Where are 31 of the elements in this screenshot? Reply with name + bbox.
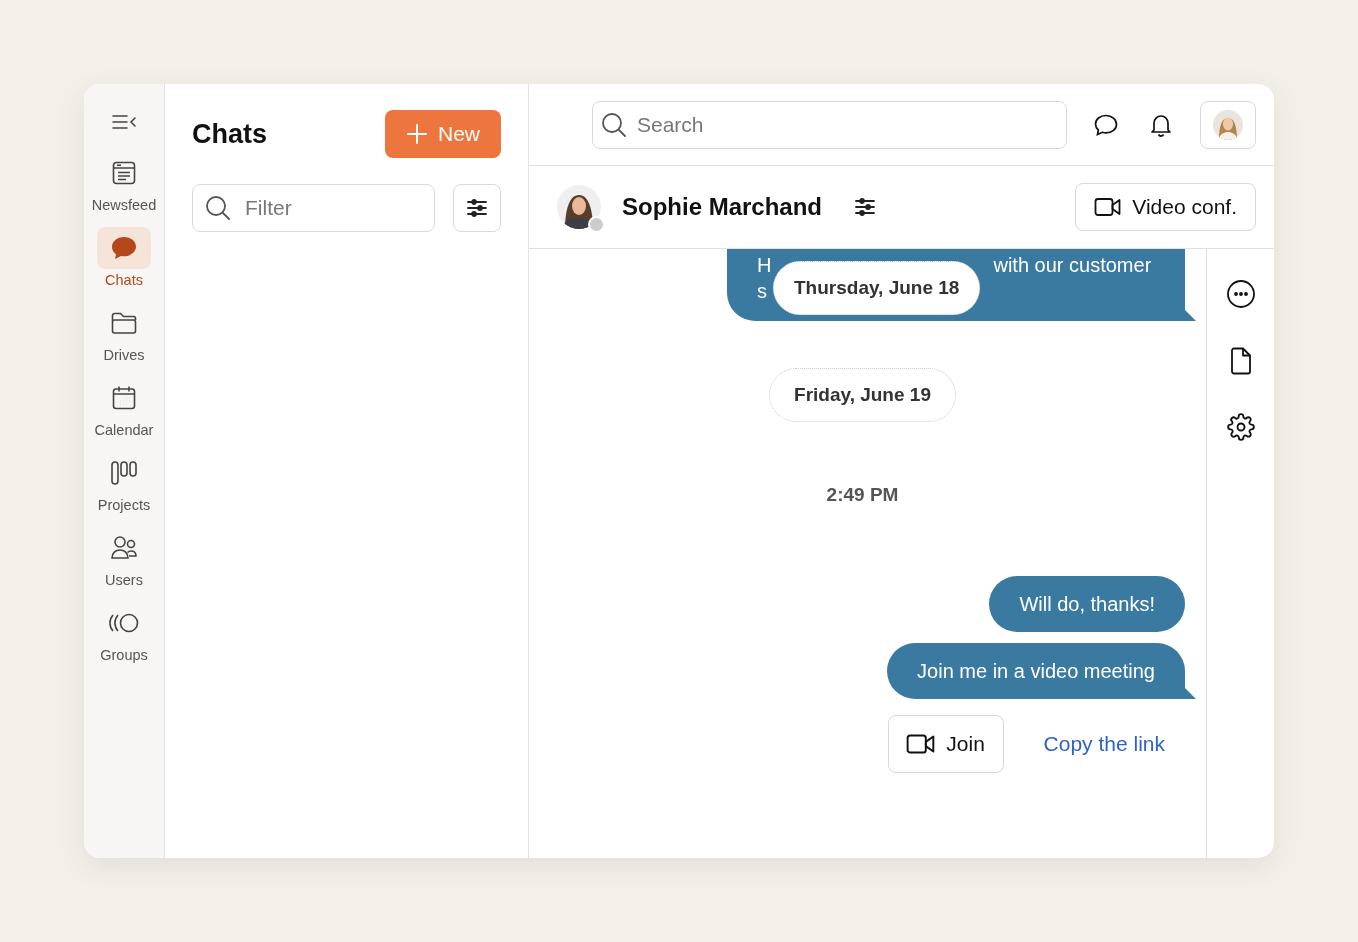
search-field[interactable]: Search (592, 100, 1067, 149)
plus-icon (406, 123, 428, 145)
nav-item[interactable]: Drives (86, 302, 162, 363)
filter-field[interactable]: Filter (192, 184, 436, 232)
video-camera-icon (1094, 197, 1123, 217)
video-camera-icon (906, 733, 937, 755)
filter-settings-button[interactable] (453, 184, 501, 232)
chats-title: Chats (192, 118, 267, 150)
date-divider: Friday, June 19 (769, 368, 956, 422)
nav-item[interactable]: Calendar (86, 377, 162, 438)
join-button[interactable]: Join (887, 715, 1004, 773)
contact-name: Sophie Marchand (622, 193, 823, 221)
chat-bubble-icon (110, 235, 138, 261)
users-icon (110, 535, 138, 561)
date-divider: Thursday, June 18 (773, 261, 981, 315)
nav-item[interactable]: Users (86, 527, 162, 588)
calendar-icon (111, 385, 137, 411)
message-time: 2:49 PM (826, 484, 899, 506)
groups-icon (108, 612, 140, 634)
kanban-icon (110, 460, 138, 486)
nav-item[interactable]: Projects (86, 452, 162, 513)
copy-link[interactable]: Copy the link (1043, 732, 1165, 756)
sliders-icon (466, 198, 489, 218)
folder-icon (110, 311, 138, 335)
nav-item[interactable]: Groups (86, 602, 162, 663)
profile-button[interactable] (1200, 100, 1256, 149)
video-conference-button[interactable]: Video conf. (1075, 183, 1256, 231)
settings-icon[interactable] (1224, 411, 1257, 443)
nav-item[interactable]: Newsfeed (86, 152, 162, 213)
nav-item[interactable]: Chats (86, 227, 162, 288)
newsfeed-icon (111, 160, 137, 186)
